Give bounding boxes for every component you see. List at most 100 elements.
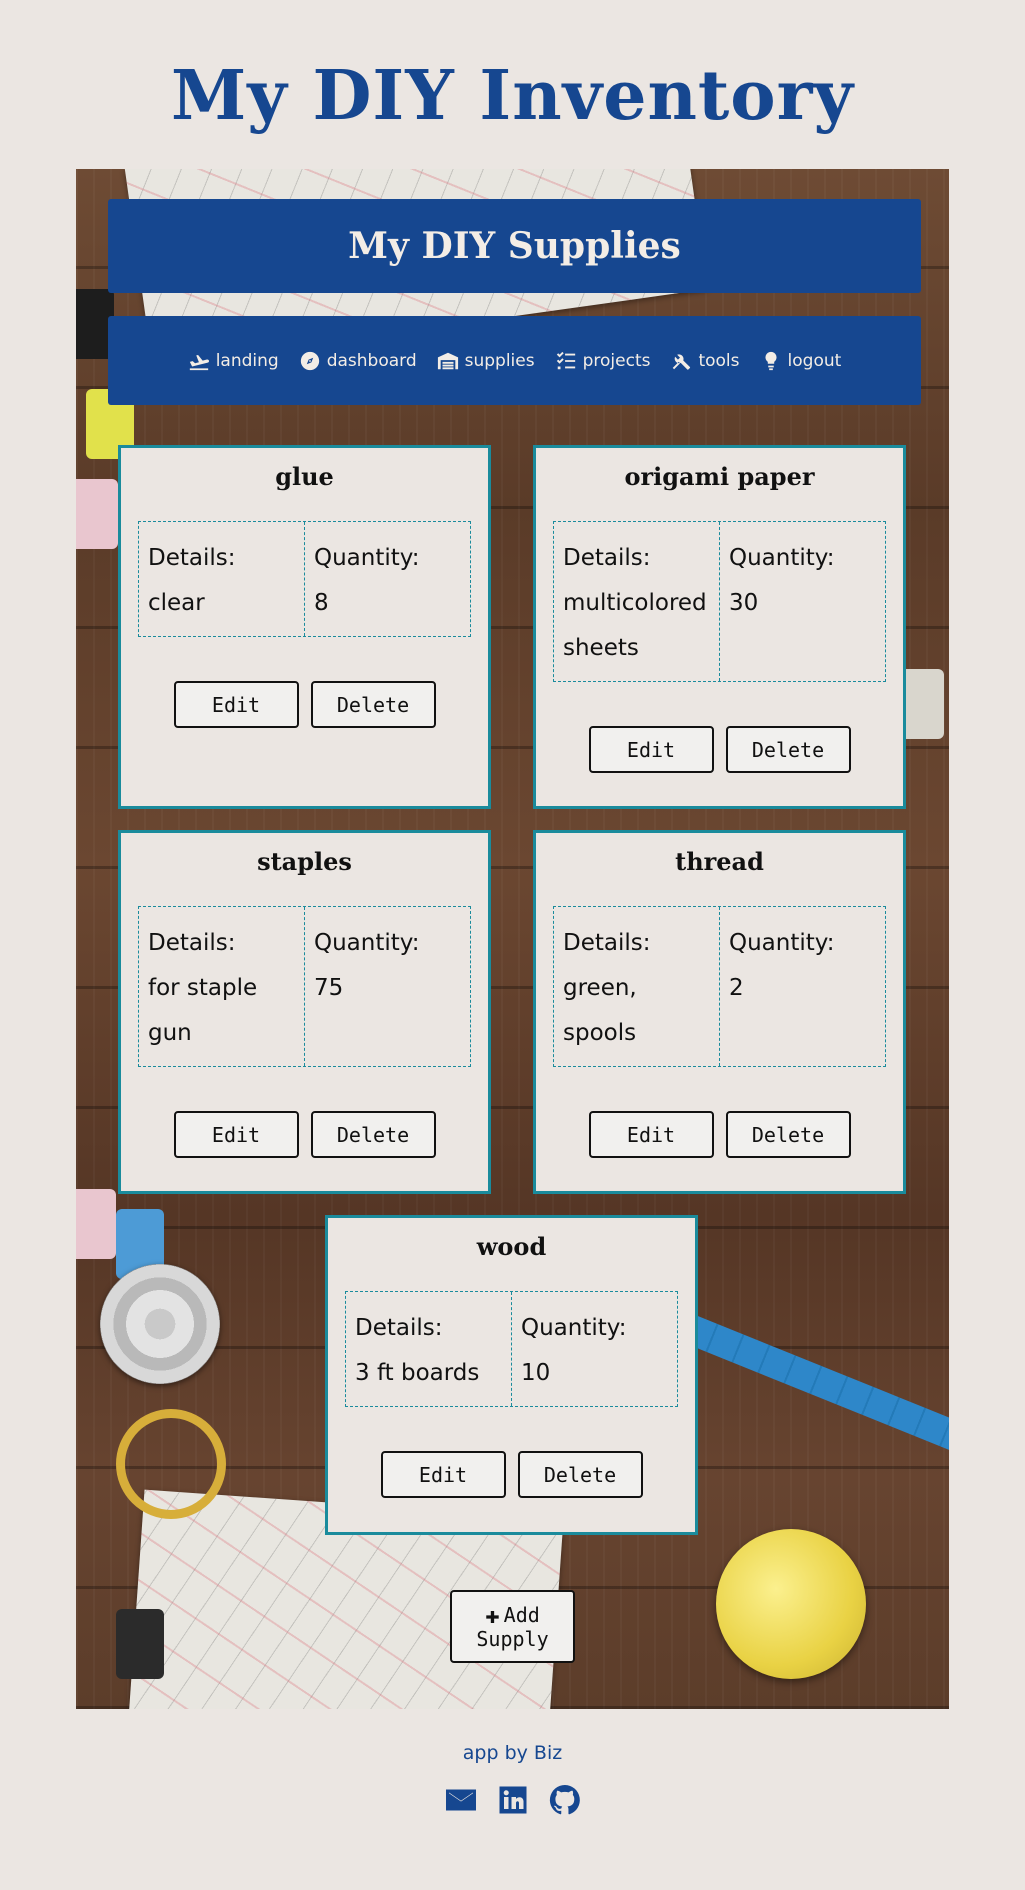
delete-button[interactable]: Delete (310, 681, 436, 728)
nav-item-tools[interactable]: tools (670, 350, 740, 372)
details-label: Details: (148, 545, 236, 571)
details-label: Details: (148, 930, 236, 956)
banner-title: My DIY Supplies (348, 225, 681, 267)
quantity-value: 30 (729, 590, 759, 616)
quantity-value: 75 (314, 975, 344, 1001)
edit-button[interactable]: Edit (173, 1111, 299, 1158)
scissors-image (116, 1409, 226, 1519)
warehouse-icon (437, 350, 459, 372)
supply-info-table: Details: 3 ft boards Quantity: 10 (345, 1291, 678, 1407)
page-title: My DIY Inventory (170, 56, 855, 136)
github-icon[interactable] (547, 1782, 583, 1818)
add-supply-button[interactable]: ✚ Add Supply (450, 1590, 575, 1663)
details-cell: Details: clear (139, 522, 304, 636)
footer-social-links (0, 1782, 1025, 1818)
supply-name: wood (476, 1232, 547, 1261)
supply-info-table: Details: green, spools Quantity: 2 (553, 906, 886, 1067)
quantity-label: Quantity: (314, 545, 420, 571)
nav-item-dashboard[interactable]: dashboard (299, 350, 417, 372)
footer-credit: app by Biz (462, 1742, 563, 1764)
nav-label: tools (698, 350, 740, 371)
details-label: Details: (355, 1315, 443, 1341)
plus-icon: ✚ (485, 1600, 500, 1629)
quantity-cell: Quantity: 10 (511, 1292, 677, 1406)
nav-item-projects[interactable]: projects (555, 350, 651, 372)
quantity-cell: Quantity: 30 (719, 522, 885, 681)
add-supply-label: Add (503, 1602, 540, 1627)
nav-label: logout (787, 350, 842, 371)
nav-label: dashboard (326, 350, 417, 371)
add-supply-label-line2: Supply (476, 1626, 549, 1651)
card-actions: Edit Delete (121, 681, 488, 728)
tasks-icon (555, 350, 577, 372)
supply-info-table: Details: clear Quantity: 8 (138, 521, 471, 637)
details-label: Details: (563, 545, 651, 571)
delete-button[interactable]: Delete (517, 1451, 643, 1498)
details-value: 3 ft boards (355, 1360, 480, 1386)
add-supply-line1: ✚ Add (485, 1603, 540, 1627)
details-cell: Details: multicolored sheets (554, 522, 719, 681)
supply-name: origami paper (624, 462, 815, 491)
thread-spool-image (76, 1189, 116, 1259)
thread-spool-image (116, 1609, 164, 1679)
supply-name: glue (275, 462, 334, 491)
details-cell: Details: green, spools (554, 907, 719, 1066)
header-banner: My DIY Supplies (108, 199, 921, 293)
linkedin-icon[interactable] (495, 1782, 531, 1818)
card-actions: Edit Delete (536, 1111, 903, 1158)
card-actions: Edit Delete (328, 1451, 695, 1498)
envelope-icon[interactable] (443, 1782, 479, 1818)
details-value: green, spools (563, 975, 637, 1046)
thread-spool-image (76, 479, 118, 549)
edit-button[interactable]: Edit (588, 726, 714, 773)
measuring-tape-image (681, 1313, 949, 1455)
pin-cushion-image (100, 1264, 220, 1384)
supply-info-table: Details: for staple gun Quantity: 75 (138, 906, 471, 1067)
supply-info-table: Details: multicolored sheets Quantity: 3… (553, 521, 886, 682)
tools-icon (670, 350, 692, 372)
lightbulb-icon (760, 350, 782, 372)
quantity-cell: Quantity: 2 (719, 907, 885, 1066)
nav-item-supplies[interactable]: supplies (437, 350, 535, 372)
quantity-cell: Quantity: 75 (304, 907, 470, 1066)
quantity-label: Quantity: (729, 545, 835, 571)
details-cell: Details: 3 ft boards (346, 1292, 511, 1406)
delete-button[interactable]: Delete (725, 1111, 851, 1158)
supply-card: origami paper Details: multicolored shee… (533, 445, 906, 809)
supply-card: glue Details: clear Quantity: 8 Edit Del… (118, 445, 491, 809)
details-cell: Details: for staple gun (139, 907, 304, 1066)
card-actions: Edit Delete (121, 1111, 488, 1158)
details-value: multicolored sheets (563, 590, 707, 661)
main-nav: landing dashboard supplies projects tool… (108, 316, 921, 405)
nav-label: projects (582, 350, 651, 371)
compass-icon (299, 350, 321, 372)
quantity-cell: Quantity: 8 (304, 522, 470, 636)
quantity-label: Quantity: (521, 1315, 627, 1341)
nav-label: landing (215, 350, 279, 371)
delete-button[interactable]: Delete (310, 1111, 436, 1158)
edit-button[interactable]: Edit (588, 1111, 714, 1158)
quantity-value: 2 (729, 975, 744, 1001)
delete-button[interactable]: Delete (725, 726, 851, 773)
card-actions: Edit Delete (536, 726, 903, 773)
details-value: clear (148, 590, 205, 616)
details-value: for staple gun (148, 975, 258, 1046)
edit-button[interactable]: Edit (380, 1451, 506, 1498)
supply-card: thread Details: green, spools Quantity: … (533, 830, 906, 1194)
content-panel: My DIY Supplies landing dashboard suppli… (76, 169, 949, 1709)
edit-button[interactable]: Edit (173, 681, 299, 728)
supply-card: wood Details: 3 ft boards Quantity: 10 E… (325, 1215, 698, 1535)
supply-name: thread (675, 847, 764, 876)
supply-name: staples (257, 847, 352, 876)
quantity-label: Quantity: (314, 930, 420, 956)
supply-card: staples Details: for staple gun Quantity… (118, 830, 491, 1194)
plane-landing-icon (188, 350, 210, 372)
quantity-label: Quantity: (729, 930, 835, 956)
details-label: Details: (563, 930, 651, 956)
nav-label: supplies (464, 350, 535, 371)
quantity-value: 10 (521, 1360, 551, 1386)
nav-item-landing[interactable]: landing (188, 350, 279, 372)
yarn-ball-image (716, 1529, 866, 1679)
quantity-value: 8 (314, 590, 329, 616)
nav-item-logout[interactable]: logout (760, 350, 842, 372)
